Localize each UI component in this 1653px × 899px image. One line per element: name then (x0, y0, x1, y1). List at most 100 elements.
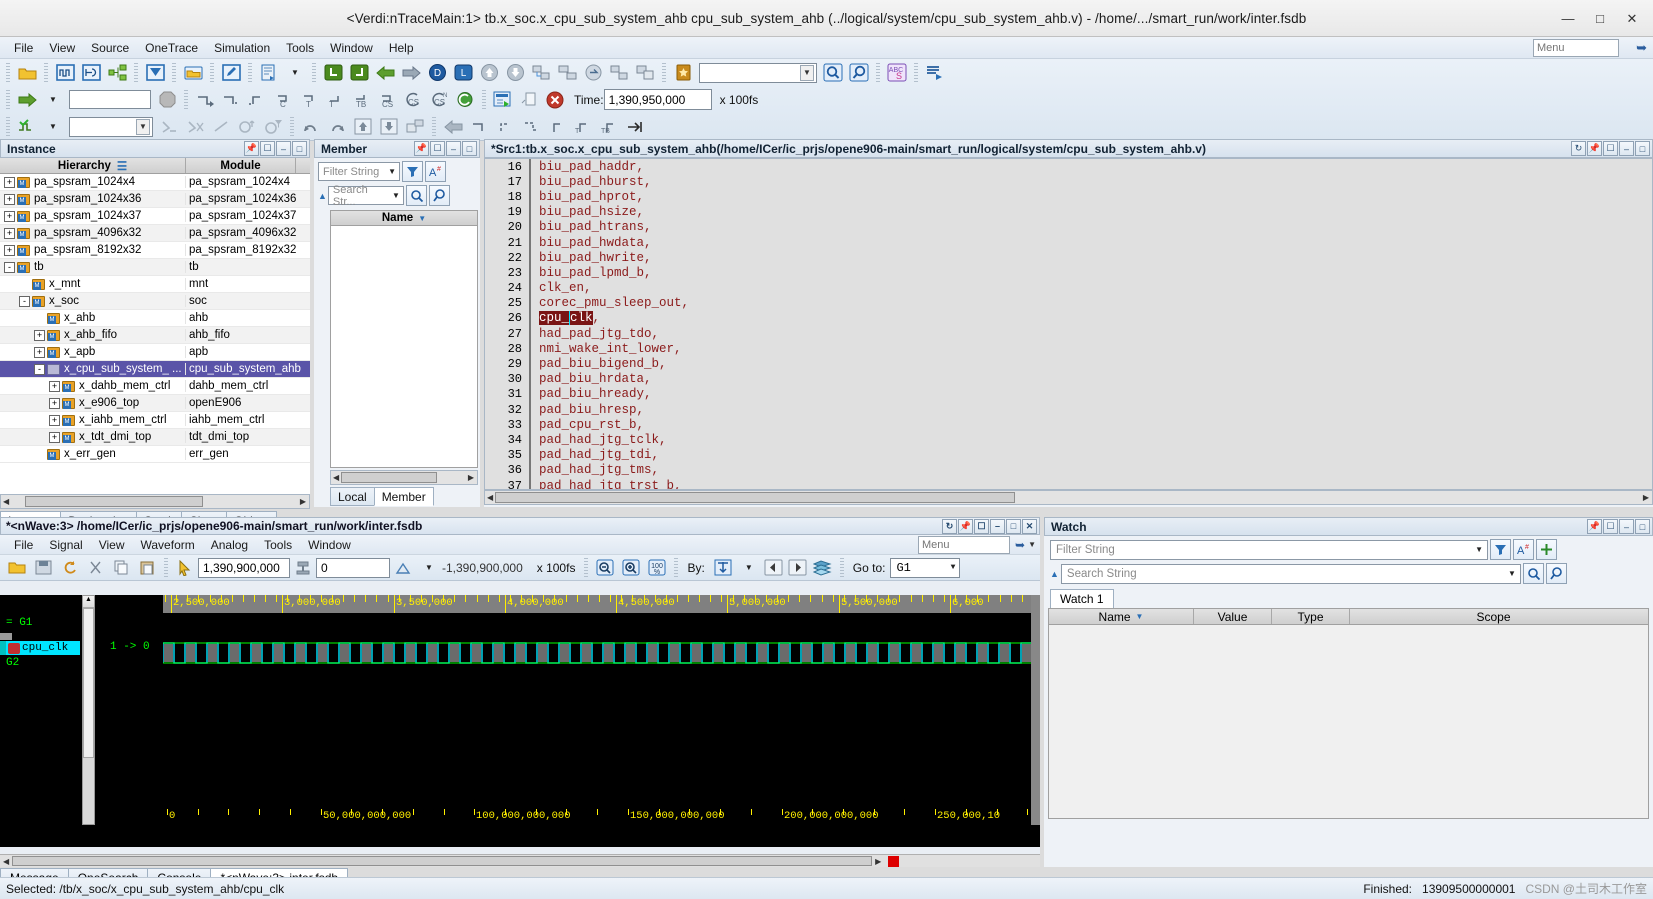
chevron-down-icon[interactable]: ▼ (1028, 540, 1036, 549)
signal-value-column[interactable]: 1 -> 0 (96, 595, 160, 825)
code-line[interactable]: 22 biu_pad_hwrite, (485, 250, 1652, 266)
down-arrow-circle-icon[interactable] (503, 62, 527, 84)
time-value-input[interactable]: 1,390,950,000 (603, 89, 712, 110)
bookmark-icon[interactable] (671, 62, 695, 84)
time-cursor1-input[interactable]: 1,390,900,000 (198, 557, 290, 578)
hierarchy-expand-icon[interactable] (529, 62, 553, 84)
code-line[interactable]: 21 biu_pad_hwdata, (485, 234, 1652, 251)
font-size-icon[interactable]: A # (425, 161, 446, 182)
expand-icon[interactable]: + (4, 244, 15, 256)
code-line[interactable]: 32 pad_biu_hresp, (485, 402, 1652, 418)
search-icon[interactable] (405, 185, 427, 206)
filter-string-combo[interactable]: Filter String ▼ (318, 162, 400, 181)
chevron-down-icon[interactable]: ▼ (388, 167, 399, 176)
expand-icon[interactable]: + (49, 431, 60, 443)
table-row[interactable]: - x_cpu_sub_system_ ... cpu_sub_system_ahb (0, 361, 310, 378)
wave-cut-icon[interactable] (83, 557, 107, 579)
next-edge-button[interactable] (786, 557, 810, 579)
source-code-view[interactable]: 16 biu_pad_haddr, 17 biu_pad_hburst, 18 biu_p… (484, 158, 1653, 490)
undock-icon[interactable]: ☐ (260, 141, 275, 156)
code-line[interactable]: 37 pad_had_jtg_trst_b, (485, 477, 1652, 489)
forward-arrow-icon[interactable] (399, 62, 423, 84)
menu-quick-combo[interactable] (1533, 39, 1619, 57)
search-up-icon[interactable] (235, 116, 259, 138)
expand-icon[interactable]: + (4, 193, 15, 205)
table-row[interactable]: - x_soc soc (0, 293, 310, 310)
wave-copy-icon[interactable] (109, 557, 133, 579)
back-big-arrow-icon[interactable] (441, 116, 465, 138)
expand-icon[interactable]: + (49, 414, 60, 426)
search-options-icon[interactable] (847, 62, 871, 84)
cursor-pointer-icon[interactable] (173, 557, 197, 579)
table-row[interactable]: + x_tdt_dmi_top tdt_dmi_top (0, 429, 310, 446)
up-arrow-circle-icon[interactable] (477, 62, 501, 84)
pin-icon[interactable]: 📌 (244, 141, 259, 156)
wave-menu-waveform[interactable]: Waveform (133, 536, 203, 554)
member-column-name[interactable]: Name ▼ (330, 210, 478, 226)
scope-combo[interactable]: ▼ (69, 116, 153, 137)
move-down-box-icon[interactable] (377, 116, 401, 138)
move-up-box-icon[interactable] (351, 116, 375, 138)
search-filter-icon[interactable] (261, 116, 285, 138)
scroll-left-icon[interactable]: ◀ (331, 473, 341, 482)
code-line[interactable]: 31 pad_biu_hready, (485, 386, 1652, 402)
undo-icon[interactable] (299, 116, 323, 138)
help-arrow-icon[interactable]: ➥ (1015, 538, 1025, 552)
delta-triangle-icon[interactable] (391, 557, 415, 579)
hscroll-thumb[interactable] (12, 856, 873, 866)
schematic-icon[interactable] (105, 62, 129, 84)
code-line[interactable]: 23 biu_pad_lpmd_b, (485, 265, 1652, 281)
collapse-up-icon[interactable]: ▲ (1050, 569, 1059, 579)
menu-source[interactable]: Source (83, 39, 137, 57)
expand-icon[interactable]: + (34, 329, 45, 341)
arrow-slash-icon[interactable] (209, 116, 233, 138)
arrow-loop-icon[interactable] (157, 116, 181, 138)
step-out-icon[interactable] (245, 89, 269, 111)
collapse-icon[interactable]: - (34, 363, 45, 375)
member-list[interactable] (330, 226, 478, 468)
menu-view[interactable]: View (41, 39, 83, 57)
column-hierarchy[interactable]: Hierarchy ☰ (0, 158, 186, 173)
waveform-time-ruler[interactable]: 2,500,000 3,000,000 3,500,000 4,000,000 4,50… (163, 595, 1031, 613)
doc-go-icon[interactable] (923, 62, 947, 84)
menu-simulation[interactable]: Simulation (206, 39, 278, 57)
watch-filter-combo[interactable]: Filter String ▼ (1050, 539, 1488, 560)
table-row[interactable]: + x_dahb_mem_ctrl dahb_mem_ctrl (0, 378, 310, 395)
expand-icon[interactable]: + (4, 227, 15, 239)
table-row[interactable]: + x_apb apb (0, 344, 310, 361)
code-line[interactable]: 20 biu_pad_htrans, (485, 219, 1652, 235)
step-tb2-icon[interactable]: TB (597, 116, 621, 138)
column-module[interactable]: Module (186, 158, 296, 173)
search-combo[interactable]: ▼ (699, 62, 817, 83)
hscroll-thumb[interactable] (495, 492, 1016, 503)
stop-octagon-icon[interactable] (155, 89, 179, 111)
expand-icon[interactable]: + (34, 346, 45, 358)
table-row[interactable]: + x_iahb_mem_ctrl iahb_mem_ctrl (0, 412, 310, 429)
wave-paste-icon[interactable] (135, 557, 159, 579)
scroll-left-icon[interactable]: ◀ (485, 493, 495, 502)
goto-marker-combo[interactable]: G1 ▼ (890, 557, 961, 578)
step-cs-icon[interactable]: CS (375, 89, 399, 111)
scroll-right-icon[interactable]: ▶ (465, 473, 477, 482)
expand-icon[interactable]: + (49, 380, 60, 392)
chevron-down-icon[interactable]: ▼ (418, 214, 426, 223)
add-watch-icon[interactable] (1536, 539, 1557, 560)
back-arrow-icon[interactable] (373, 62, 397, 84)
minimize-panel-icon[interactable]: – (1619, 141, 1634, 156)
filter-icon[interactable] (402, 161, 423, 182)
waveform-icon[interactable] (53, 62, 77, 84)
doc-small-icon[interactable] (517, 89, 541, 111)
restart-icon[interactable] (453, 89, 477, 111)
table-row[interactable]: x_mnt mnt (0, 276, 310, 293)
chevron-down-icon[interactable]: ▼ (392, 191, 403, 200)
code-line[interactable]: 36 pad_had_jtg_tms, (485, 462, 1652, 478)
watch-column-scope[interactable]: Scope (1350, 609, 1637, 624)
search-icon[interactable] (1522, 563, 1544, 584)
hierarchy-hscrollbar[interactable]: ◀ ▶ (0, 494, 310, 509)
maximize-panel-icon[interactable]: □ (1635, 141, 1650, 156)
step-t-icon[interactable]: T (297, 89, 321, 111)
run-arrow-icon[interactable] (15, 89, 39, 111)
step-ft-icon[interactable]: T (571, 116, 595, 138)
chevron-down-icon[interactable]: ▼ (737, 557, 761, 579)
edit-pencil-icon[interactable] (219, 62, 243, 84)
